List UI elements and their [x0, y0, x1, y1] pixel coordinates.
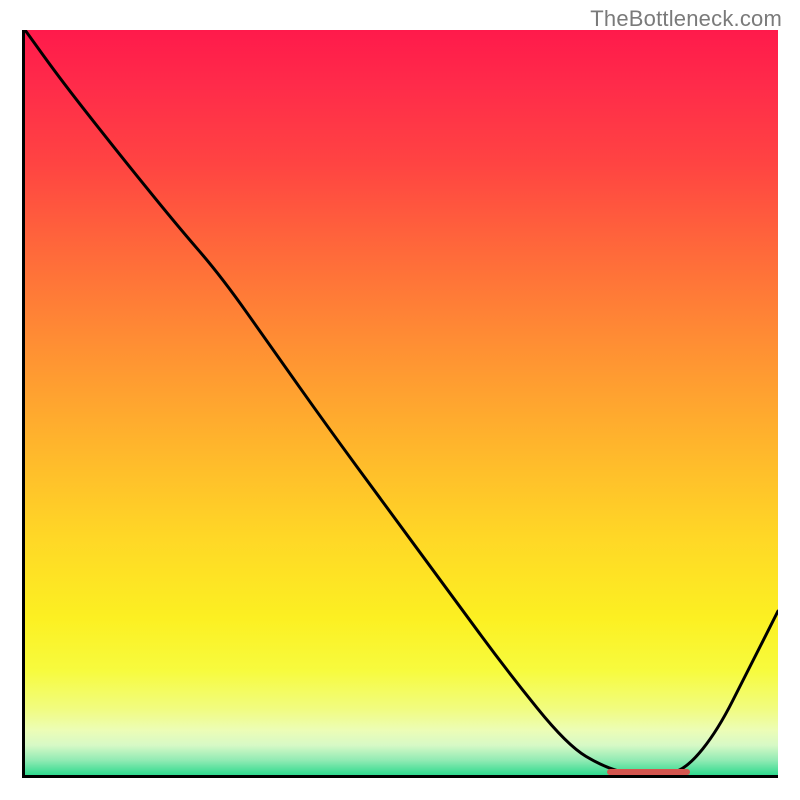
bottleneck-curve: [25, 30, 778, 775]
watermark-text: TheBottleneck.com: [590, 6, 782, 32]
curve-layer: [25, 30, 778, 775]
optimal-range-marker: [607, 769, 690, 775]
chart-container: TheBottleneck.com: [0, 0, 800, 800]
plot-area: [22, 30, 778, 778]
